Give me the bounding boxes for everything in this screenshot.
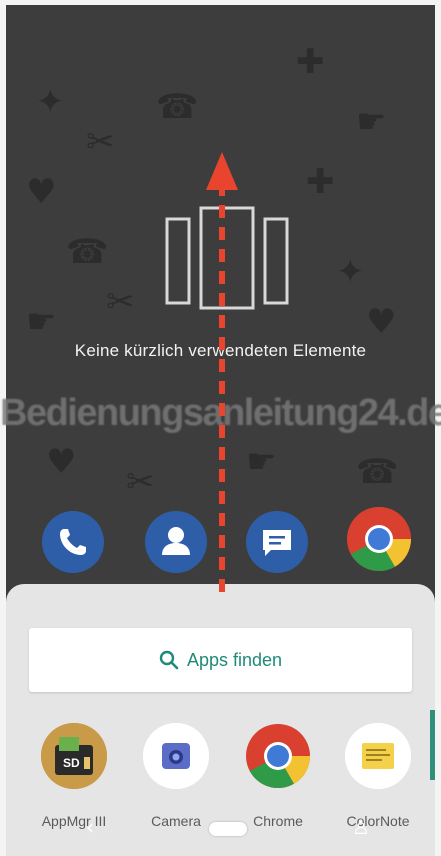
heart-icon: ♥ (366, 302, 397, 342)
wrench-icon: ✦ (336, 252, 365, 292)
watermark: Bedienungsanleitung24.de (0, 392, 441, 434)
app-label: AppMgr III (41, 813, 107, 829)
app-search-box[interactable]: Apps finden (29, 628, 412, 692)
phone-icon: ☎ (156, 87, 199, 127)
heart-icon: ♥ (46, 442, 77, 482)
hand-icon: ☛ (356, 102, 387, 142)
dock-phone-app[interactable] (42, 511, 104, 573)
dock-messages-app[interactable] (246, 511, 308, 573)
app-colornote[interactable]: ColorNote (333, 723, 423, 829)
dock-contacts-app[interactable] (145, 511, 207, 573)
phone-icon: ☎ (66, 232, 109, 272)
chrome-icon (245, 723, 311, 789)
home-screen: ✦ ✂ ☎ ✚ ☛ ♥ ✚ ☎ ✦ ✂ ☛ ♥ ♥ ✂ ☛ ☎ Keine kü… (0, 0, 441, 856)
wrench-icon: ✦ (36, 82, 65, 122)
home-pill-button[interactable] (209, 822, 247, 836)
app-label: Camera (151, 813, 201, 829)
phone-icon: ☎ (356, 452, 399, 492)
dock-chrome-app[interactable] (346, 506, 412, 572)
no-recent-items-text: Keine kürzlich verwendeten Elemente (74, 341, 367, 360)
plus-icon: ✚ (296, 42, 325, 82)
heart-icon: ♥ (26, 172, 57, 212)
search-label: Apps finden (186, 649, 283, 670)
plus-icon: ✚ (306, 162, 335, 202)
hand-icon: ☛ (26, 302, 57, 342)
hand-icon: ☛ (246, 442, 277, 482)
recents-empty-icon (165, 206, 289, 310)
note-icon (345, 723, 411, 789)
phone-icon (60, 529, 86, 555)
tools-icon: ✂ (126, 462, 155, 502)
chrome-icon (347, 507, 411, 571)
search-icon (159, 650, 179, 670)
frame-top (0, 0, 441, 5)
message-icon (263, 530, 291, 556)
app-appmgr[interactable]: SD AppMgr III (29, 723, 119, 829)
app-camera[interactable]: Camera (131, 723, 221, 829)
app-chrome[interactable]: Chrome (233, 723, 323, 829)
tools-icon: ✂ (106, 282, 135, 322)
camera-icon (143, 723, 209, 789)
tools-icon: ✂ (86, 122, 115, 162)
person-icon (162, 527, 190, 555)
drawer-edge-tab[interactable] (430, 710, 435, 780)
app-label: ColorNote (346, 813, 410, 829)
back-icon[interactable]: ‹ (86, 815, 94, 839)
accessibility-icon[interactable]: ♙ (352, 815, 370, 839)
svg-text:SD: SD (63, 756, 80, 770)
sd-card-icon: SD (41, 723, 107, 789)
